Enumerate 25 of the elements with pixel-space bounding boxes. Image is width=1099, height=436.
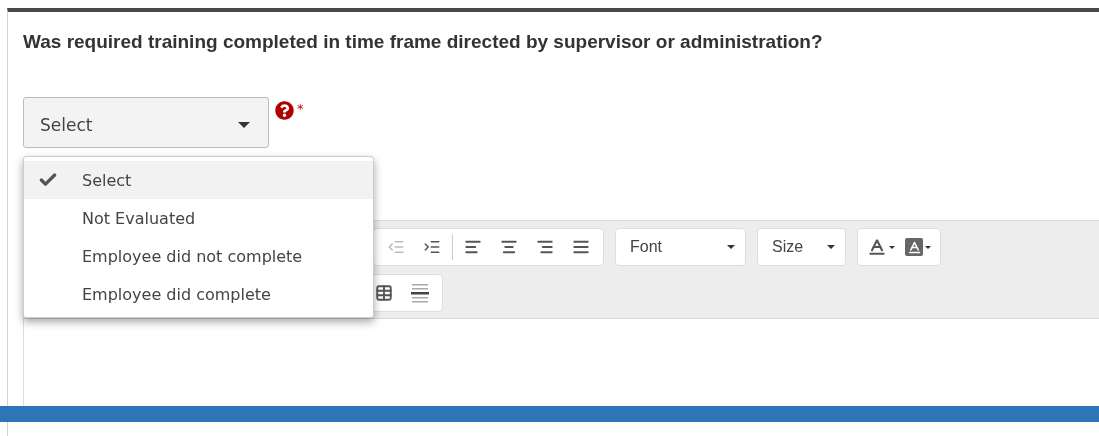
- background-color-icon: [905, 238, 923, 256]
- font-color-icon: [867, 237, 887, 257]
- align-left-icon: [464, 238, 482, 256]
- outdent-icon: [387, 238, 405, 256]
- dropdown-option[interactable]: Employee did complete: [24, 275, 373, 313]
- horizontal-rule-icon: [411, 283, 429, 303]
- indent-icon: [423, 238, 441, 256]
- required-mark: *: [297, 101, 304, 116]
- dropdown-option[interactable]: Select: [24, 161, 373, 199]
- font-dropdown[interactable]: Font: [615, 228, 746, 266]
- justify-icon: [572, 238, 590, 256]
- caret-icon: [827, 245, 835, 249]
- dropdown-option[interactable]: Not Evaluated: [24, 199, 373, 237]
- dropdown-option[interactable]: Employee did not complete: [24, 237, 373, 275]
- caret-icon: [727, 245, 735, 249]
- caret-icon: [238, 121, 250, 128]
- align-right-icon: [536, 238, 554, 256]
- caret-icon: [889, 245, 895, 249]
- question-text: Was required training completed in time frame directed by supervisor or administration?: [23, 31, 824, 53]
- select-dropdown[interactable]: Select: [23, 97, 269, 148]
- caret-icon: [925, 245, 931, 249]
- table-icon: [375, 284, 393, 302]
- help-icon[interactable]: [275, 101, 294, 120]
- size-dropdown[interactable]: Size: [757, 228, 846, 266]
- align-center-icon: [500, 238, 518, 256]
